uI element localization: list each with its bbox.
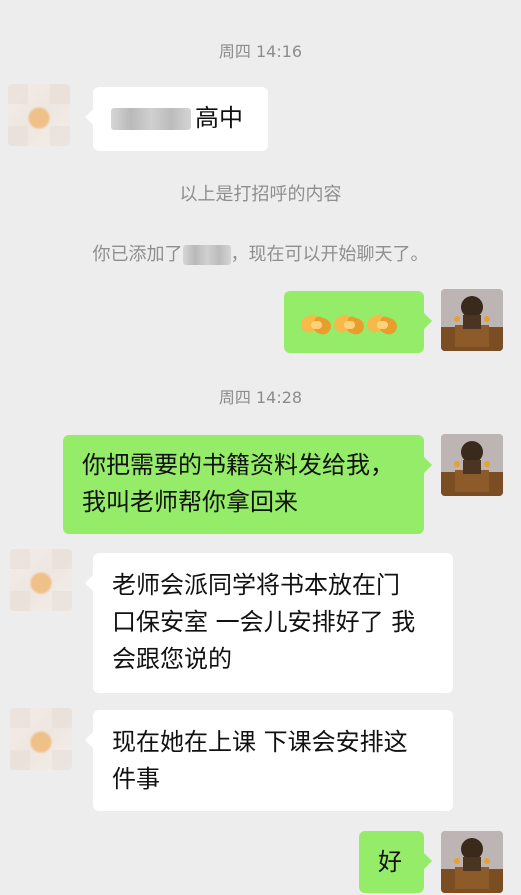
reply-1-line-1: 老师会派同学将书本放在门: [112, 571, 400, 599]
self-avatar[interactable]: [441, 289, 503, 351]
outgoing-request-line-2: 我叫老师帮你拿回来: [82, 488, 298, 516]
timestamp-2: 周四 14:28: [218, 388, 303, 407]
chat-view[interactable]: 周四 14:16 高中 以上是打招呼的内容 你已添加了 ，现在可以开始聊天了。 周…: [0, 0, 521, 895]
system-added-contact: 你已添加了 ，现在可以开始聊天了。: [0, 240, 521, 266]
outgoing-request-line-1: 你把需要的书籍资料发给我，: [82, 451, 394, 479]
incoming-greeting-bubble[interactable]: 高中: [85, 87, 268, 151]
reply-1-line-2: 口保安室 一会儿安排好了 我: [112, 608, 416, 636]
self-avatar[interactable]: [441, 434, 503, 496]
system-added-prefix: 你已添加了: [92, 244, 183, 265]
redacted-contact-name: [182, 245, 231, 265]
self-avatar[interactable]: [441, 831, 503, 893]
reply-1-line-3: 会跟您说的: [112, 645, 232, 673]
reply-2-line-2: 件事: [112, 765, 160, 793]
greeting-text: 高中: [195, 104, 243, 132]
outgoing-ok-text: 好: [378, 848, 402, 876]
contact-avatar[interactable]: [10, 708, 72, 770]
statue-photo-icon: [441, 289, 503, 351]
incoming-reply-bubble[interactable]: 现在她在上课 下课会安排这 件事: [85, 710, 453, 811]
handshake-icon: [331, 310, 367, 340]
contact-avatar[interactable]: [8, 84, 70, 146]
handshake-icon: [298, 310, 334, 340]
statue-photo-icon: [441, 831, 503, 893]
system-added-suffix: ，现在可以开始聊天了。: [230, 244, 429, 265]
redacted-name: [111, 108, 191, 130]
outgoing-request-bubble[interactable]: 你把需要的书籍资料发给我， 我叫老师帮你拿回来: [63, 435, 432, 534]
outgoing-handshake-bubble[interactable]: [284, 291, 432, 353]
handshake-icon: [364, 310, 400, 340]
contact-avatar[interactable]: [10, 549, 72, 611]
statue-photo-icon: [441, 434, 503, 496]
incoming-reply-bubble[interactable]: 老师会派同学将书本放在门 口保安室 一会儿安排好了 我 会跟您说的: [85, 553, 453, 693]
timestamp-1: 周四 14:16: [218, 42, 303, 61]
reply-2-line-1: 现在她在上课 下课会安排这: [112, 728, 408, 756]
outgoing-ok-bubble[interactable]: 好: [359, 831, 432, 893]
system-greeting-note: 以上是打招呼的内容: [179, 184, 342, 205]
